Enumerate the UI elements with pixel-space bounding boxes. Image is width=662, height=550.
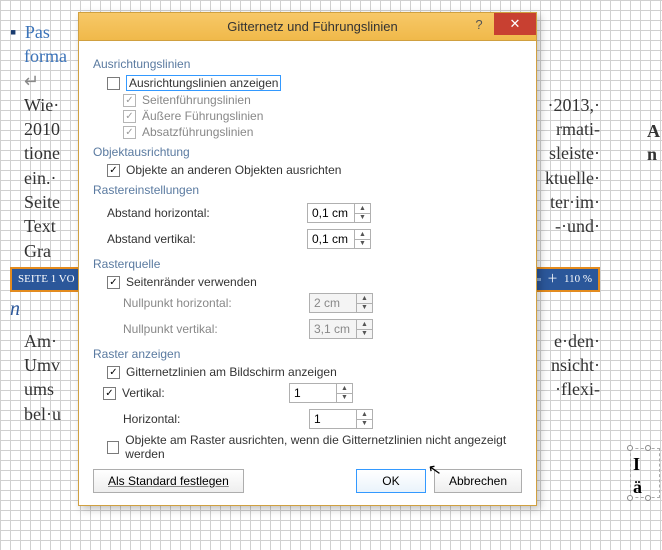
chevron-up-icon[interactable]: ▲ bbox=[357, 410, 372, 420]
grid-guides-dialog: Gitternetz und Führungslinien ? ✕ Ausric… bbox=[78, 12, 537, 506]
spin-origin-v: 3,1 cm ▲▼ bbox=[309, 319, 373, 339]
chk-snap-objects[interactable] bbox=[107, 164, 120, 177]
heading-fragment-left: Pas bbox=[25, 22, 50, 42]
cancel-button[interactable]: Abbrechen bbox=[434, 469, 522, 493]
para2-right: e·den· nsicht· ·flexi- bbox=[551, 329, 600, 426]
status-zoom: 110 % bbox=[564, 272, 592, 287]
chevron-up-icon: ▲ bbox=[357, 320, 372, 330]
chk-use-margins[interactable] bbox=[107, 276, 120, 289]
zoom-plus-icon[interactable]: ＋ bbox=[547, 272, 558, 287]
lbl-snap-when-hidden: Objekte am Raster ausrichten, wenn die G… bbox=[125, 433, 522, 461]
chevron-down-icon[interactable]: ▼ bbox=[355, 214, 370, 223]
spin-horizontal[interactable]: 1 ▲▼ bbox=[309, 409, 373, 429]
chk-para-guides bbox=[123, 126, 136, 139]
chevron-down-icon[interactable]: ▼ bbox=[357, 420, 372, 429]
set-default-button[interactable]: Als Standard festlegen bbox=[93, 469, 244, 493]
lbl-show-grid: Gitternetzlinien am Bildschirm anzeigen bbox=[126, 365, 337, 379]
para2-left: Am· Umv ums bel·u bbox=[24, 329, 61, 426]
dialog-titlebar[interactable]: Gitternetz und Führungslinien ? ✕ bbox=[79, 13, 536, 41]
group-grid-origin: Rasterquelle bbox=[93, 257, 522, 271]
side-text: A n bbox=[647, 120, 660, 167]
chk-page-guides bbox=[123, 94, 136, 107]
status-page: SEITE 1 VO bbox=[18, 272, 75, 287]
chevron-down-icon: ▼ bbox=[357, 330, 372, 339]
spin-v-spacing[interactable]: 0,1 cm ▲▼ bbox=[307, 229, 371, 249]
lbl-snap-objects: Objekte an anderen Objekten ausrichten bbox=[126, 163, 341, 177]
chevron-down-icon[interactable]: ▼ bbox=[337, 394, 352, 403]
lbl-page-guides: Seitenführungslinien bbox=[142, 93, 251, 107]
para1-left: Wie· 2010 tione ein.· Seite Text Gra bbox=[24, 93, 60, 263]
chk-outer-guides bbox=[123, 110, 136, 123]
chevron-up-icon[interactable]: ▲ bbox=[337, 384, 352, 394]
spin-origin-h: 2 cm ▲▼ bbox=[309, 293, 373, 313]
side-selection-box: I ä bbox=[630, 448, 660, 498]
para1-right: ·2013,· rmati- sleiste· ktuelle· ter·im·… bbox=[545, 93, 600, 263]
lbl-horizontal: Horizontal: bbox=[123, 412, 309, 426]
ok-button[interactable]: OK bbox=[356, 469, 426, 493]
lbl-use-margins: Seitenränder verwenden bbox=[126, 275, 257, 289]
spin-h-spacing[interactable]: 0,1 cm ▲▼ bbox=[307, 203, 371, 223]
lbl-vertical: Vertikal: bbox=[122, 386, 289, 400]
lbl-outer-guides: Äußere Führungslinien bbox=[142, 109, 263, 123]
lbl-show-align: Ausrichtungslinien anzeigen bbox=[126, 75, 281, 91]
heading-line2: forma bbox=[24, 46, 67, 66]
lbl-origin-h: Nullpunkt horizontal: bbox=[123, 296, 309, 310]
group-grid-display: Raster anzeigen bbox=[93, 347, 522, 361]
chevron-up-icon[interactable]: ▲ bbox=[355, 204, 370, 214]
spin-vertical[interactable]: 1 ▲▼ bbox=[289, 383, 353, 403]
chevron-down-icon[interactable]: ▼ bbox=[355, 240, 370, 249]
chevron-up-icon: ▲ bbox=[357, 294, 372, 304]
chk-show-align[interactable] bbox=[107, 77, 120, 90]
chevron-down-icon: ▼ bbox=[357, 304, 372, 313]
lbl-h-spacing: Abstand horizontal: bbox=[107, 206, 307, 220]
group-grid-settings: Rastereinstellungen bbox=[93, 183, 522, 197]
chk-snap-when-hidden[interactable] bbox=[107, 441, 119, 454]
bullet-icon: ▪ bbox=[10, 22, 16, 42]
lbl-v-spacing: Abstand vertikal: bbox=[107, 232, 307, 246]
group-obj-align: Objektausrichtung bbox=[93, 145, 522, 159]
lbl-para-guides: Absatzführungslinien bbox=[142, 125, 253, 139]
chevron-up-icon[interactable]: ▲ bbox=[355, 230, 370, 240]
close-button[interactable]: ✕ bbox=[494, 13, 536, 35]
chk-vertical[interactable] bbox=[103, 387, 116, 400]
lbl-origin-v: Nullpunkt vertikal: bbox=[123, 322, 309, 336]
group-align-lines: Ausrichtungslinien bbox=[93, 57, 522, 71]
help-button[interactable]: ? bbox=[464, 13, 494, 35]
chk-show-grid[interactable] bbox=[107, 366, 120, 379]
